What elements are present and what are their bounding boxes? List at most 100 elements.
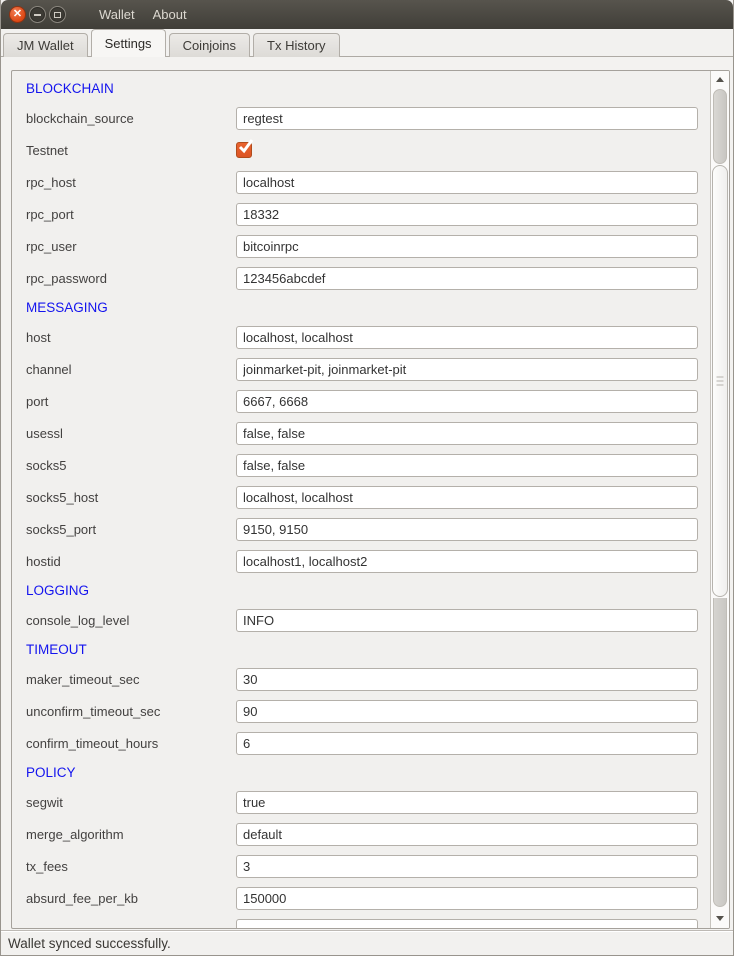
field-label: merge_algorithm bbox=[26, 827, 236, 842]
field-input-segwit[interactable] bbox=[236, 791, 698, 814]
field-label: Testnet bbox=[26, 143, 236, 158]
minimize-button[interactable] bbox=[29, 6, 46, 23]
tab-bar: JM WalletSettingsCoinjoinsTx History bbox=[1, 29, 733, 57]
field-input-console-log-level[interactable] bbox=[236, 609, 698, 632]
field-input-rpc-user[interactable] bbox=[236, 235, 698, 258]
field-label: rpc_user bbox=[26, 239, 236, 254]
settings-row: Testnet bbox=[12, 134, 710, 166]
field-input-confirm-timeout-hours[interactable] bbox=[236, 732, 698, 755]
field-input-socks5[interactable] bbox=[236, 454, 698, 477]
field-label: blockchain_source bbox=[26, 111, 236, 126]
field-label: unconfirm_timeout_sec bbox=[26, 704, 236, 719]
settings-row: segwit bbox=[12, 786, 710, 818]
settings-row: socks5_host bbox=[12, 481, 710, 513]
field-label: rpc_password bbox=[26, 271, 236, 286]
scroll-down-icon bbox=[716, 916, 724, 921]
check-icon bbox=[238, 139, 254, 154]
scrollbar-track-lower[interactable] bbox=[713, 598, 727, 907]
status-text: Wallet synced successfully. bbox=[8, 936, 171, 951]
field-input-usessl[interactable] bbox=[236, 422, 698, 445]
scroll-up-button[interactable] bbox=[711, 71, 729, 88]
field-label: usessl bbox=[26, 426, 236, 441]
field-label: socks5_port bbox=[26, 522, 236, 537]
section-header-blockchain: BLOCKCHAIN bbox=[12, 75, 710, 102]
scroll-up-icon bbox=[716, 77, 724, 82]
menubar: WalletAbout bbox=[90, 3, 196, 26]
field-label: rpc_host bbox=[26, 175, 236, 190]
settings-row: port bbox=[12, 385, 710, 417]
settings-row: socks5 bbox=[12, 449, 710, 481]
settings-pane: BLOCKCHAIN blockchain_source Testnet rpc_ho… bbox=[1, 57, 733, 930]
status-bar: Wallet synced successfully. bbox=[1, 930, 733, 955]
scrollbar-thumb[interactable] bbox=[712, 165, 728, 597]
section-header-policy: POLICY bbox=[12, 759, 710, 786]
maximize-icon bbox=[54, 12, 61, 18]
menu-wallet[interactable]: Wallet bbox=[90, 3, 144, 26]
tab-tx-history[interactable]: Tx History bbox=[253, 33, 340, 57]
settings-row: socks5_port bbox=[12, 513, 710, 545]
settings-row: confirm_timeout_hours bbox=[12, 727, 710, 759]
settings-row: rpc_password bbox=[12, 262, 710, 294]
settings-row: channel bbox=[12, 353, 710, 385]
titlebar[interactable]: ✕ WalletAbout bbox=[1, 0, 733, 29]
app-window: ✕ WalletAbout JM WalletSettingsCoinjoins… bbox=[0, 0, 734, 956]
settings-scroll-area: BLOCKCHAIN blockchain_source Testnet rpc_ho… bbox=[11, 70, 730, 929]
settings-form: BLOCKCHAIN blockchain_source Testnet rpc_ho… bbox=[12, 71, 710, 929]
testnet-checkbox[interactable] bbox=[236, 142, 252, 158]
field-input-rpc-port[interactable] bbox=[236, 203, 698, 226]
tab-jm-wallet[interactable]: JM Wallet bbox=[3, 33, 88, 57]
field-input-socks5-host[interactable] bbox=[236, 486, 698, 509]
field-input-hostid[interactable] bbox=[236, 550, 698, 573]
field-label: segwit bbox=[26, 795, 236, 810]
field-label: channel bbox=[26, 362, 236, 377]
field-input-absurd-fee-per-kb[interactable] bbox=[236, 887, 698, 910]
field-label: maker_timeout_sec bbox=[26, 672, 236, 687]
settings-row: blockchain_source bbox=[12, 102, 710, 134]
field-input-maker-timeout-sec[interactable] bbox=[236, 668, 698, 691]
field-label: host bbox=[26, 330, 236, 345]
scroll-down-button[interactable] bbox=[711, 908, 729, 928]
settings-row: console_log_level bbox=[12, 604, 710, 636]
settings-row: rpc_host bbox=[12, 166, 710, 198]
section-header-messaging: MESSAGING bbox=[12, 294, 710, 321]
field-input-partial[interactable] bbox=[236, 919, 698, 930]
field-label: absurd_fee_per_kb bbox=[26, 891, 236, 906]
field-label: rpc_port bbox=[26, 207, 236, 222]
settings-row: merge_algorithm bbox=[12, 818, 710, 850]
field-label: tx_fees bbox=[26, 859, 236, 874]
field-input-rpc-password[interactable] bbox=[236, 267, 698, 290]
close-button[interactable]: ✕ bbox=[9, 6, 26, 23]
settings-row: tx_fees bbox=[12, 850, 710, 882]
settings-row: unconfirm_timeout_sec bbox=[12, 695, 710, 727]
settings-row: host bbox=[12, 321, 710, 353]
section-header-logging: LOGGING bbox=[12, 577, 710, 604]
menu-about[interactable]: About bbox=[144, 3, 196, 26]
field-input-blockchain-source[interactable] bbox=[236, 107, 698, 130]
field-input-merge-algorithm[interactable] bbox=[236, 823, 698, 846]
field-input-tx-fees[interactable] bbox=[236, 855, 698, 878]
scrollbar-track-upper[interactable] bbox=[713, 89, 727, 164]
settings-row: rpc_port bbox=[12, 198, 710, 230]
settings-row: absurd_fee_per_kb bbox=[12, 882, 710, 914]
field-input-channel[interactable] bbox=[236, 358, 698, 381]
vertical-scrollbar[interactable] bbox=[710, 71, 729, 928]
settings-row: hostid bbox=[12, 545, 710, 577]
maximize-button[interactable] bbox=[49, 6, 66, 23]
settings-row bbox=[12, 914, 710, 929]
field-label: console_log_level bbox=[26, 613, 236, 628]
field-input-port[interactable] bbox=[236, 390, 698, 413]
field-input-host[interactable] bbox=[236, 326, 698, 349]
field-label: socks5_host bbox=[26, 490, 236, 505]
field-input-rpc-host[interactable] bbox=[236, 171, 698, 194]
field-input-unconfirm-timeout-sec[interactable] bbox=[236, 700, 698, 723]
field-label: confirm_timeout_hours bbox=[26, 736, 236, 751]
tab-coinjoins[interactable]: Coinjoins bbox=[169, 33, 250, 57]
settings-row: maker_timeout_sec bbox=[12, 663, 710, 695]
settings-row: rpc_user bbox=[12, 230, 710, 262]
scrollbar-grip-icon bbox=[717, 377, 724, 386]
section-header-timeout: TIMEOUT bbox=[12, 636, 710, 663]
field-input-socks5-port[interactable] bbox=[236, 518, 698, 541]
window-controls: ✕ bbox=[9, 6, 66, 23]
tab-settings[interactable]: Settings bbox=[91, 29, 166, 57]
field-label: hostid bbox=[26, 554, 236, 569]
